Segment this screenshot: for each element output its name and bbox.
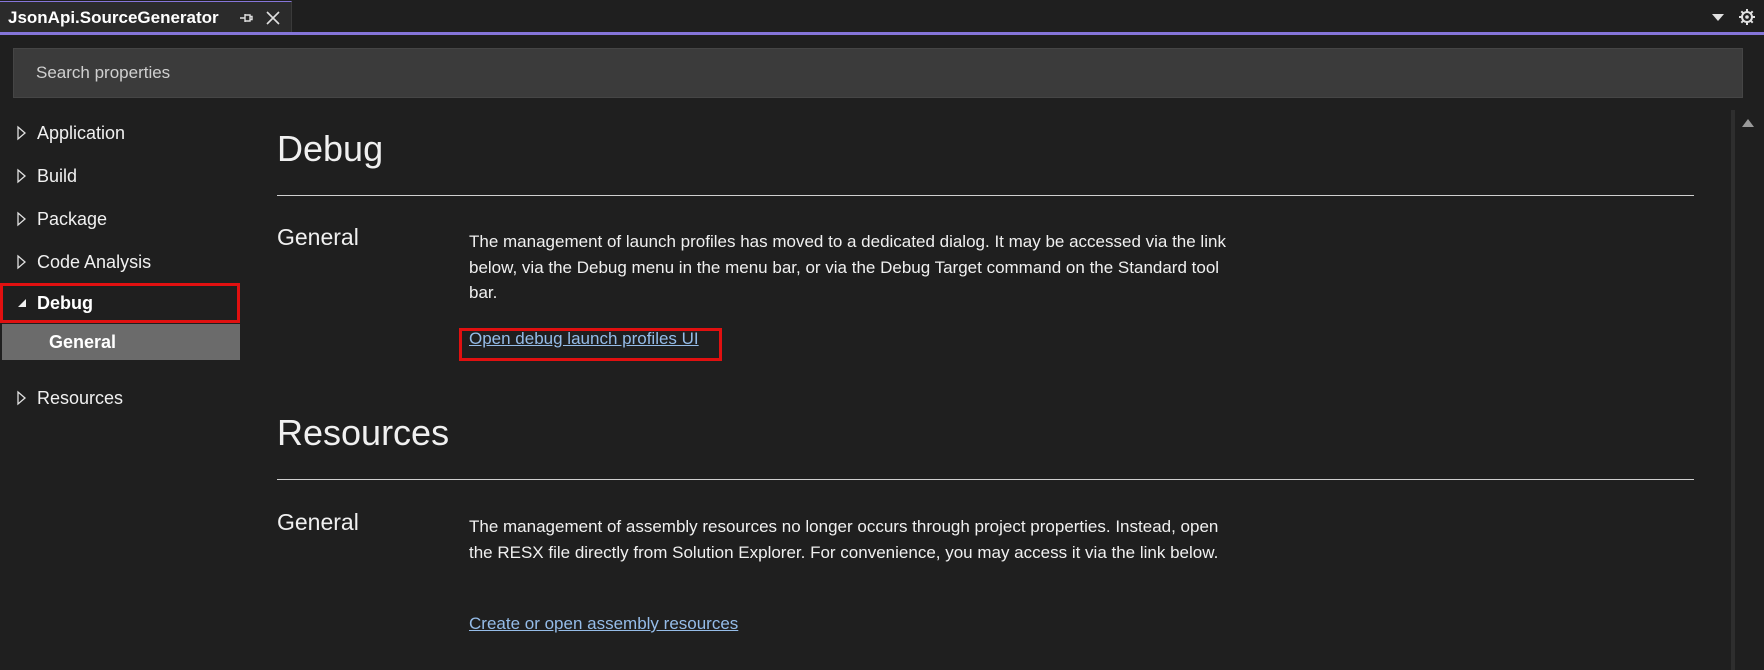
sidebar-item-label: Build <box>37 166 78 186</box>
chevron-down-icon[interactable] <box>1711 12 1725 22</box>
section-title-debug: Debug <box>277 128 384 169</box>
group-title-general: General <box>277 509 359 535</box>
debug-description: The management of launch profiles has mo… <box>469 232 1226 302</box>
expand-arrow-icon <box>17 211 26 227</box>
sidebar-item-application[interactable]: Application <box>0 113 240 153</box>
group-title-general: General <box>277 224 359 250</box>
sidebar-item-resources[interactable]: Resources <box>0 378 240 418</box>
search-input[interactable] <box>13 48 1743 98</box>
resources-description: The management of assembly resources no … <box>469 517 1219 562</box>
properties-window: JsonApi.SourceGenerator Application Buil… <box>0 0 1764 670</box>
sidebar-subitem-label: General <box>49 332 117 352</box>
section-divider <box>277 479 1694 480</box>
close-icon[interactable] <box>264 9 282 27</box>
scrollbar-track[interactable] <box>1731 110 1735 670</box>
pin-icon[interactable] <box>238 10 254 26</box>
section-title-resources: Resources <box>277 412 450 453</box>
link-highlight-box <box>459 328 722 361</box>
expand-arrow-icon <box>17 254 26 270</box>
expand-arrow-icon <box>17 125 26 141</box>
document-tab[interactable]: JsonApi.SourceGenerator <box>0 1 292 32</box>
expand-arrow-icon <box>17 168 26 184</box>
document-tab-bar: JsonApi.SourceGenerator <box>0 0 1764 32</box>
scroll-up-arrow-icon[interactable] <box>1741 118 1755 128</box>
sidebar-item-label: Code Analysis <box>37 252 152 272</box>
expand-arrow-icon <box>17 390 26 406</box>
tab-title: JsonApi.SourceGenerator <box>8 8 219 27</box>
sidebar-item-label: Debug <box>37 293 93 313</box>
sidebar-item-label: Application <box>37 123 126 143</box>
sidebar-item-package[interactable]: Package <box>0 199 240 239</box>
sidebar-item-label: Resources <box>37 388 124 408</box>
sidebar-item-debug[interactable]: Debug <box>0 283 240 323</box>
create-assembly-resources-link[interactable]: Create or open assembly resources <box>469 614 738 634</box>
sidebar-item-label: Package <box>37 209 108 229</box>
sidebar-item-build[interactable]: Build <box>0 156 240 196</box>
vertical-scrollbar[interactable] <box>1731 110 1764 670</box>
sidebar-item-code-analysis[interactable]: Code Analysis <box>0 242 240 282</box>
section-divider <box>277 195 1694 196</box>
sidebar-item-debug-general[interactable]: General <box>2 324 240 360</box>
gear-icon[interactable] <box>1738 8 1756 26</box>
collapse-arrow-icon <box>18 299 26 307</box>
tab-accent-line <box>0 32 1764 35</box>
